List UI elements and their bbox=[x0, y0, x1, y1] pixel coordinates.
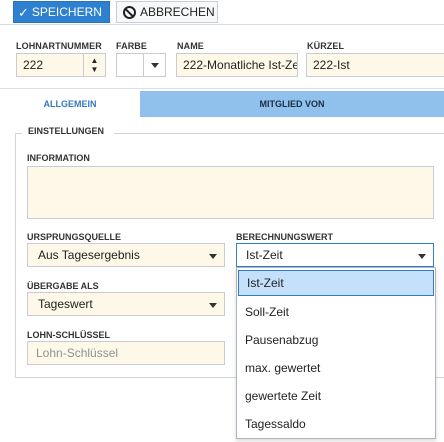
dropdown-option[interactable]: Soll-Zeit bbox=[237, 298, 435, 326]
dropdown-option[interactable]: Tagessaldo bbox=[237, 410, 435, 438]
chevron-up-icon[interactable]: ▲ bbox=[91, 56, 99, 65]
color-dropdown-toggle[interactable] bbox=[143, 54, 165, 76]
checkmark-icon: ✓ bbox=[18, 4, 29, 20]
settings-legend: EINSTELLUNGEN bbox=[22, 126, 115, 136]
chevron-down-icon bbox=[418, 254, 426, 259]
wage-type-number-value: 222 bbox=[23, 58, 44, 72]
tab-bar: ALLGEMEIN MITGLIED VON bbox=[0, 91, 444, 117]
name-value: 222-Monatliche Ist-Ze bbox=[183, 58, 298, 72]
wage-key-label: LOHN-SCHLÜSSEL bbox=[27, 330, 110, 340]
dropdown-option[interactable]: max. gewertet bbox=[237, 354, 435, 382]
wage-type-number-label: LOHNARTNUMMER bbox=[16, 41, 102, 51]
cancel-button-label: ABBRECHEN bbox=[140, 5, 215, 19]
save-button[interactable]: ✓ SPEICHERN bbox=[13, 1, 110, 23]
cancel-icon bbox=[123, 5, 136, 19]
dropdown-option[interactable]: Ist-Zeit bbox=[238, 270, 434, 296]
save-button-label: SPEICHERN bbox=[31, 5, 102, 19]
abbreviation-value: 222-Ist bbox=[313, 58, 350, 72]
abbreviation-input[interactable]: 222-Ist bbox=[306, 53, 444, 77]
wage-key-placeholder: Lohn-Schlüssel bbox=[36, 346, 119, 360]
origin-source-value: Aus Tagesergebnis bbox=[38, 248, 140, 262]
calc-value-dropdown-list: Ist-Zeit Soll-Zeit Pausenabzug max. gewe… bbox=[236, 267, 436, 439]
wage-key-input[interactable]: Lohn-Schlüssel bbox=[27, 341, 225, 365]
chevron-down-icon bbox=[209, 303, 217, 308]
information-label: INFORMATION bbox=[27, 153, 90, 163]
name-label: NAME bbox=[177, 41, 204, 51]
transfer-as-label: ÜBERGABE ALS bbox=[27, 281, 99, 291]
calc-value-label: BERECHNUNGSWERT bbox=[236, 232, 334, 242]
color-label: FARBE bbox=[116, 41, 148, 51]
chevron-down-icon[interactable]: ▼ bbox=[91, 65, 99, 74]
information-textarea[interactable] bbox=[27, 166, 434, 219]
cancel-button[interactable]: ABBRECHEN bbox=[116, 1, 218, 23]
calc-value-select[interactable]: Ist-Zeit bbox=[236, 243, 434, 267]
transfer-as-select[interactable]: Tageswert bbox=[27, 292, 225, 316]
chevron-down-icon bbox=[151, 63, 159, 68]
calc-value-value: Ist-Zeit bbox=[246, 248, 283, 262]
toolbar: ✓ SPEICHERN ABBRECHEN bbox=[0, 0, 444, 25]
dropdown-option[interactable]: gewertete Zeit bbox=[237, 382, 435, 410]
tab-member-of[interactable]: MITGLIED VON bbox=[140, 91, 444, 117]
chevron-down-icon bbox=[209, 254, 217, 259]
origin-source-label: URSPRUNGSQUELLE bbox=[27, 232, 122, 242]
tab-general[interactable]: ALLGEMEIN bbox=[0, 91, 140, 117]
dropdown-option[interactable]: Pausenabzug bbox=[237, 326, 435, 354]
name-input[interactable]: 222-Monatliche Ist-Ze bbox=[176, 53, 298, 77]
transfer-as-value: Tageswert bbox=[38, 297, 93, 311]
origin-source-select[interactable]: Aus Tagesergebnis bbox=[27, 243, 225, 267]
wage-type-number-stepper[interactable]: ▲ ▼ bbox=[83, 54, 105, 76]
abbreviation-label: KÜRZEL bbox=[307, 41, 345, 51]
